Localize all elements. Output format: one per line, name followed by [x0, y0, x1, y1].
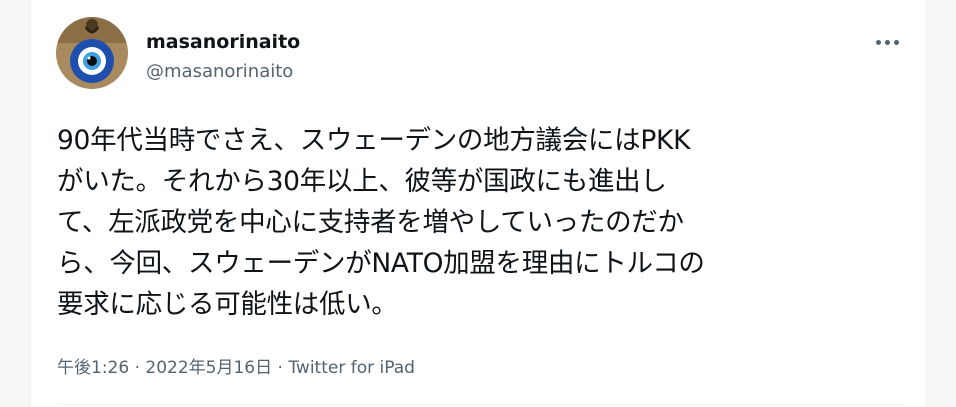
more-options-icon — [893, 39, 899, 45]
nazar-eye-icon — [56, 17, 128, 89]
tweet-time[interactable]: 午後1:26 — [57, 358, 129, 378]
tweet-date[interactable]: 2022年5月16日 — [145, 358, 272, 378]
display-name[interactable]: masanorinaito — [146, 30, 300, 54]
more-options-button[interactable] — [867, 28, 907, 56]
more-options-icon — [875, 39, 881, 45]
tweet-text-line: て、左派政党を中心に支持者を増やしていったのだか — [57, 207, 684, 238]
user-info: masanorinaito @masanorinaito — [146, 30, 300, 84]
tweet-card: masanorinaito @masanorinaito 90年代当時でさえ、ス… — [30, 0, 927, 407]
tweet-text-line: ら、今回、スウェーデンがNATO加盟を理由にトルコの — [57, 248, 705, 279]
tweet-metadata: 午後1:26 · 2022年5月16日 · Twitter for iPad — [57, 356, 415, 380]
tweet-text: 90年代当時でさえ、スウェーデンの地方議会にはPKK がいた。それから30年以上… — [57, 120, 907, 325]
more-options-icon — [884, 39, 890, 45]
divider — [57, 404, 906, 405]
tweet-text-line: 90年代当時でさえ、スウェーデンの地方議会にはPKK — [57, 125, 691, 156]
meta-separator: · — [134, 358, 140, 378]
user-handle[interactable]: @masanorinaito — [146, 60, 300, 84]
meta-separator: · — [277, 358, 283, 378]
tweet-text-line: 要求に応じる可能性は低い。 — [57, 289, 398, 320]
avatar[interactable] — [56, 17, 128, 89]
tweet-text-line: がいた。それから30年以上、彼等が国政にも進出し — [57, 166, 667, 197]
tweet-source[interactable]: Twitter for iPad — [288, 358, 415, 378]
